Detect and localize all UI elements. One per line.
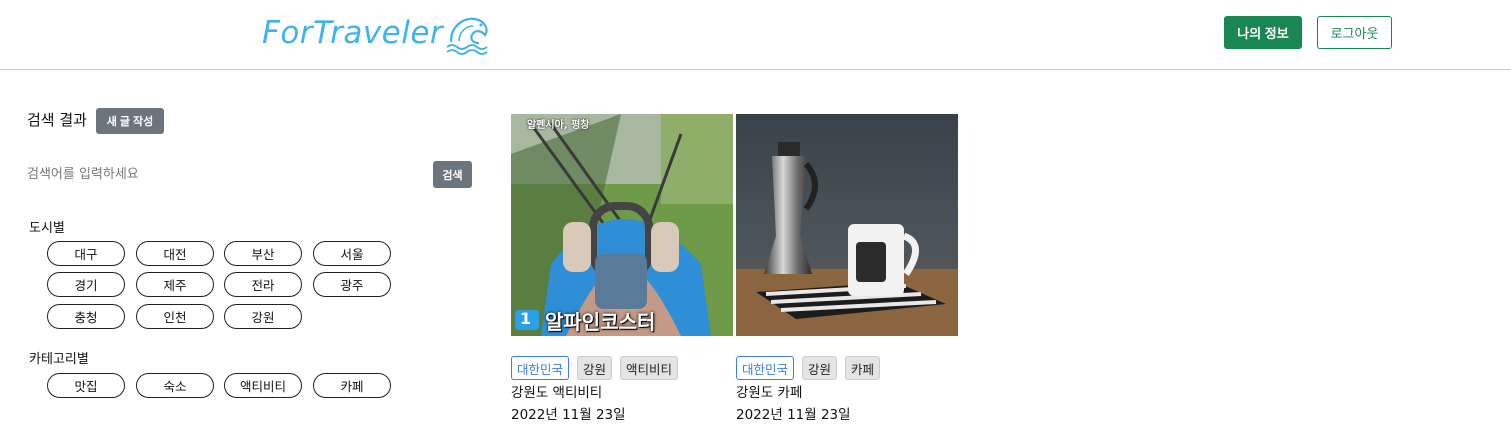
post-title[interactable]: 강원도 액티비티 [511,381,602,401]
city-chip-incheon[interactable]: 인천 [136,304,214,329]
post-date: 2022년 11월 23일 [736,407,851,423]
city-chip-seoul[interactable]: 서울 [313,241,391,266]
search-results-title: 검색 결과 [27,111,87,129]
post-card[interactable]: 대한민국 강원 카페 강원도 카페 2022년 11월 23일 [736,114,958,423]
city-chip-chungcheong[interactable]: 충청 [47,304,125,329]
city-chip-daejeon[interactable]: 대전 [136,241,214,266]
category-section-title: 카테고리별 [29,352,89,367]
category-chip-activity[interactable]: 액티비티 [224,373,302,398]
tag-category[interactable]: 카페 [845,356,881,380]
tag-list: 대한민국 강원 카페 [736,356,881,380]
city-chip-jeju[interactable]: 제주 [136,272,214,297]
post-date: 2022년 11월 23일 [511,407,626,423]
coffee-photo [736,114,958,336]
alpine-coaster-photo [511,114,733,336]
coaster-title-caption: 알파인코스터 [545,310,656,334]
wave-logo-icon [446,17,488,55]
city-chip-gwangju[interactable]: 광주 [313,272,391,297]
tag-region[interactable]: 강원 [577,356,613,380]
filter-sidebar: 검색 결과 새 글 작성 검색 도시별 대구 대전 부산 서울 경기 제주 전라… [0,70,500,436]
logout-button[interactable]: 로그아웃 [1317,16,1392,49]
category-chip-lodging[interactable]: 숙소 [136,373,214,398]
city-chip-jeolla[interactable]: 전라 [224,272,302,297]
coaster-number-badge: 1 [520,309,532,328]
my-info-button[interactable]: 나의 정보 [1224,16,1302,49]
city-chip-gangwon[interactable]: 강원 [224,304,302,329]
tag-country[interactable]: 대한민국 [736,356,795,380]
post-card[interactable]: 알펜시아, 평창 1 알파인코스터 대한민국 강원 액티비티 강원도 액티비티 … [511,114,733,423]
top-header: ForTraveler 나의 정보 로그아웃 [0,0,1511,70]
coaster-location-caption: 알펜시아, 평창 [527,120,590,131]
tag-category[interactable]: 액티비티 [620,356,679,380]
tag-list: 대한민국 강원 액티비티 [511,356,679,380]
search-button[interactable]: 검색 [433,161,472,188]
category-chip-cafe[interactable]: 카페 [313,373,391,398]
post-title[interactable]: 강원도 카페 [736,381,802,401]
new-post-button[interactable]: 새 글 작성 [96,108,164,134]
post-thumbnail-coaster[interactable]: 알펜시아, 평창 1 알파인코스터 [511,114,733,336]
logo-text: ForTraveler [262,15,444,51]
city-chip-gyeonggi[interactable]: 경기 [47,272,125,297]
city-section-title: 도시별 [29,221,65,236]
logo[interactable]: ForTraveler [262,10,493,56]
post-thumbnail-cafe[interactable] [736,114,958,336]
city-chip-busan[interactable]: 부산 [224,241,302,266]
tag-region[interactable]: 강원 [802,356,838,380]
search-input[interactable] [27,163,427,185]
city-chip-daegu[interactable]: 대구 [47,241,125,266]
category-chip-food[interactable]: 맛집 [47,373,125,398]
tag-country[interactable]: 대한민국 [511,356,570,380]
